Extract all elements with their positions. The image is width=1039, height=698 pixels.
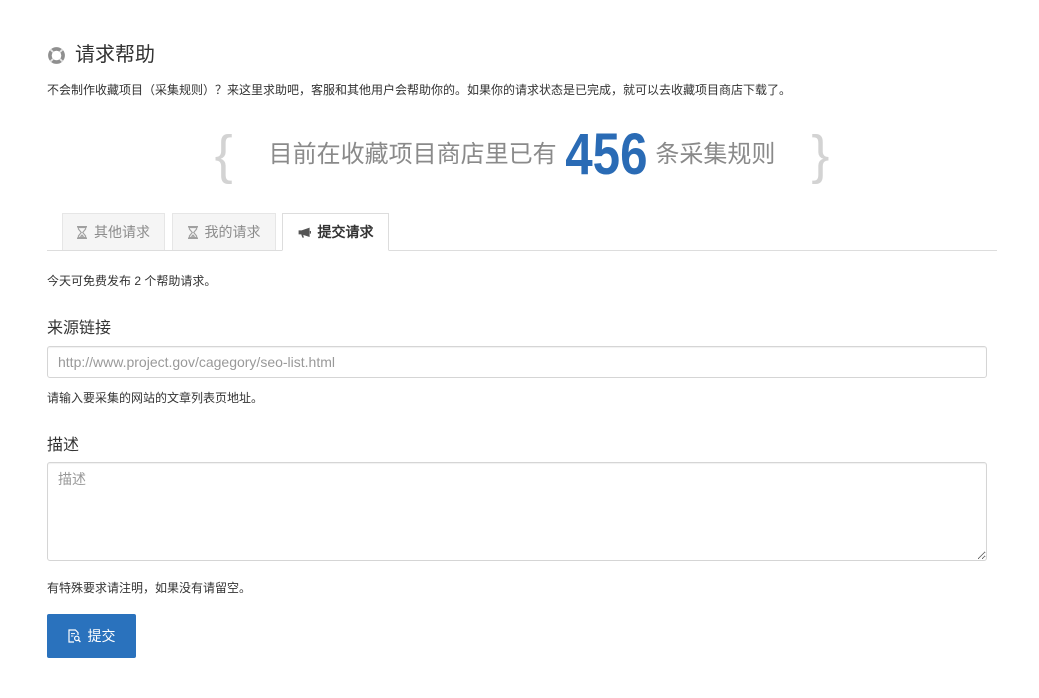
- source-url-input[interactable]: [47, 346, 987, 378]
- page-title: 请求帮助: [75, 44, 155, 66]
- lifebuoy-icon: [47, 46, 66, 65]
- close-brace: }: [811, 125, 830, 185]
- tab-my-requests[interactable]: 我的请求: [172, 213, 276, 250]
- description-help: 有特殊要求请注明，如果没有请留空。: [47, 581, 252, 595]
- hourglass-icon: [77, 225, 87, 239]
- rule-count: 456: [564, 122, 648, 187]
- submit-button-label: 提交: [87, 628, 116, 644]
- tab-other-requests[interactable]: 其他请求: [62, 213, 165, 250]
- open-brace: {: [214, 125, 233, 185]
- submit-button[interactable]: 提交: [47, 614, 136, 658]
- hourglass-icon: [187, 225, 198, 239]
- page-description: 不会制作收藏项目（采集规则）？来这里求助吧，客服和其他用户会帮助你的。如果你的请…: [47, 83, 792, 97]
- source-url-help: 请输入要采集的网站的文章列表页地址。: [47, 391, 264, 405]
- description-textarea[interactable]: [47, 462, 987, 561]
- tab-label: 提交请求: [317, 224, 374, 240]
- tab-bar: 其他请求 我的请求 提交请求: [47, 212, 997, 251]
- stats-banner: { 目前在收藏项目商店里已有 456 条采集规则 }: [47, 120, 997, 190]
- tab-label: 我的请求: [204, 224, 261, 240]
- stats-prefix: 目前在收藏项目商店里已有: [268, 141, 557, 168]
- source-url-label: 来源链接: [47, 320, 112, 337]
- bullhorn-icon: [298, 227, 311, 238]
- file-search-icon: [67, 629, 81, 643]
- quota-notice: 今天可免费发布 2 个帮助请求。: [47, 274, 217, 288]
- tab-submit-request[interactable]: 提交请求: [282, 213, 389, 251]
- stats-suffix: 条采集规则: [655, 141, 776, 168]
- tab-label: 其他请求: [94, 224, 150, 240]
- page-header: 请求帮助: [47, 42, 155, 68]
- description-label: 描述: [47, 437, 80, 454]
